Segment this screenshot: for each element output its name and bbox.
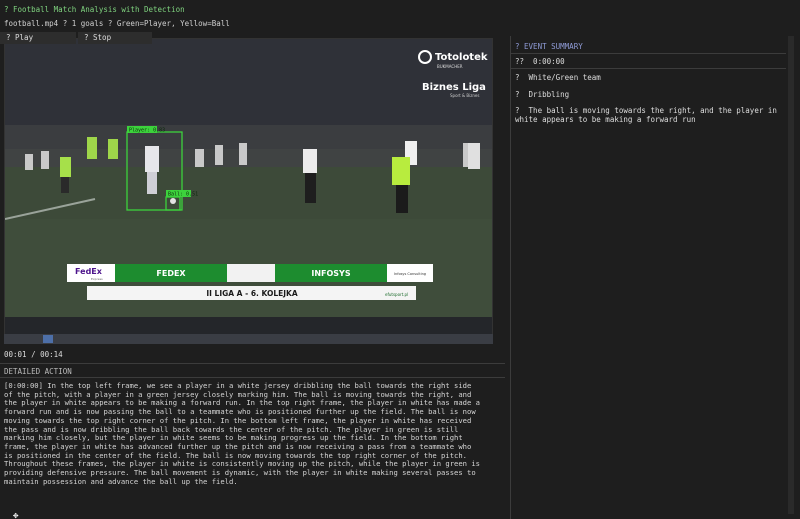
progress-thumb[interactable] xyxy=(43,335,53,343)
board-bottom-right: efutsport.pl xyxy=(385,292,408,297)
event-time: ?? 0:00:00 xyxy=(515,57,565,66)
sponsor-sub: BUKMACHER xyxy=(437,64,463,69)
ball-detection-label: Ball: 0.51 xyxy=(168,192,198,198)
event-team: ? White/Green team xyxy=(515,73,601,82)
board-right-brand: Infosys Consulting xyxy=(394,272,426,276)
cursor-icon: ✥ xyxy=(13,511,19,519)
divider xyxy=(511,53,786,54)
sponsor-name: Totolotek xyxy=(435,52,488,63)
board-brand-sub: Express xyxy=(91,277,103,281)
event-summary-panel: ? EVENT SUMMARY ?? 0:00:00 ? White/Green… xyxy=(510,36,786,519)
league-logo-sub: Sport & Biznes xyxy=(450,93,479,98)
scrollbar[interactable] xyxy=(788,36,794,514)
team-right: INFOSYS xyxy=(311,269,350,278)
detailed-action-label: DETAILED ACTION xyxy=(4,367,72,376)
left-panel: Player: 0.83 Ball: 0.51 Totolotek BUKMAC… xyxy=(0,32,508,519)
video-info: football.mp4 ? 1 goals ? Green=Player, Y… xyxy=(4,19,230,28)
video-player[interactable]: Player: 0.83 Ball: 0.51 Totolotek BUKMAC… xyxy=(4,38,493,343)
league-name: II LIGA A - 6. KOLEJKA xyxy=(206,289,298,298)
event-summary-label: ? EVENT SUMMARY xyxy=(515,42,583,51)
time-display: 00:01 / 00:14 xyxy=(4,350,63,359)
divider xyxy=(0,377,505,378)
player-detection-label: Player: 0.83 xyxy=(129,128,165,134)
video-frame: Player: 0.83 Ball: 0.51 Totolotek BUKMAC… xyxy=(5,39,492,317)
league-logo-text: Biznes Liga xyxy=(422,82,486,93)
play-button[interactable]: ? Play xyxy=(0,32,76,44)
team-left: FEDEX xyxy=(156,269,186,278)
divider xyxy=(0,363,505,364)
board-brand: FedEx xyxy=(75,267,103,276)
event-action: ? Dribbling xyxy=(515,90,570,99)
event-description: ? The ball is moving towards the right, … xyxy=(515,106,782,124)
app-title: ? Football Match Analysis with Detection xyxy=(4,5,185,14)
divider xyxy=(511,68,786,69)
progress-bar[interactable] xyxy=(4,334,493,344)
detailed-action-text: [0:00:00] In the top left frame, we see … xyxy=(4,381,485,486)
scoreboard: FedEx Express FEDEX INFOSYS Infosys Cons… xyxy=(67,264,433,300)
stop-button[interactable]: ? Stop xyxy=(78,32,152,44)
